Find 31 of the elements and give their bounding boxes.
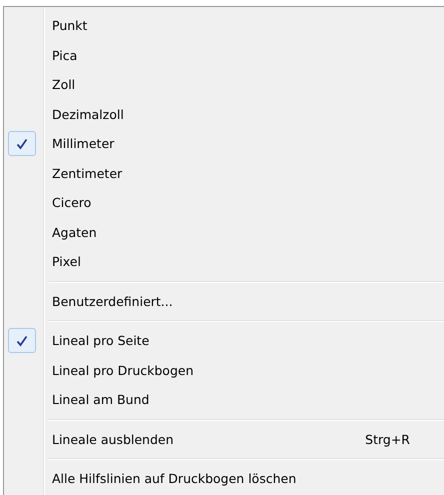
menu-item[interactable]: Zentimeter <box>4 158 444 188</box>
shortcut-text: Strg+R <box>365 432 410 447</box>
menu-item[interactable]: Benutzerdefiniert... <box>4 286 444 316</box>
menu-item[interactable]: Lineal pro Druckbogen <box>4 356 444 385</box>
menu-item[interactable]: Lineale ausblenden Strg+R <box>4 424 444 454</box>
menu-item-label: Lineal am Bund <box>52 392 150 408</box>
menu-item[interactable]: Cicero <box>4 188 444 218</box>
menu-item-label: Pixel <box>52 254 82 270</box>
menu-item-label: Millimeter <box>52 136 116 152</box>
menu-item[interactable]: Lineal am Bund <box>4 385 444 414</box>
menu-item-label: Punkt <box>52 18 88 34</box>
menu-item-label: Lineale ausblenden <box>52 432 175 447</box>
menu-item[interactable]: Lineal pro Seite <box>4 326 444 356</box>
menu-item-label: Benutzerdefiniert... <box>52 294 174 309</box>
menu-item[interactable]: Alle Hilfslinien auf Druckbogen löschen <box>4 464 444 494</box>
menu-item-label: Alle Hilfslinien auf Druckbogen löschen <box>52 471 298 486</box>
menu-item-label: Zentimeter <box>52 166 124 181</box>
menu-item-label: Cicero <box>52 195 92 210</box>
menu-item-label: Lineal pro Seite <box>52 333 150 348</box>
menu-item[interactable]: Punkt <box>4 11 444 40</box>
menu-item-label: Lineal pro Druckbogen <box>52 362 195 378</box>
menu-item-label: Zoll <box>52 77 76 92</box>
menu-item[interactable]: Zoll <box>4 70 444 100</box>
menu-item-label: Dezimalzoll <box>52 106 125 122</box>
menu-item[interactable]: Pixel <box>4 247 444 276</box>
menu-item-label: Agaten <box>52 224 98 240</box>
menu-item[interactable]: Pica <box>4 40 444 70</box>
menu-item[interactable]: Millimeter <box>4 129 444 158</box>
menu-item-label: Pica <box>52 48 78 63</box>
menu-item[interactable]: Agaten <box>4 218 444 247</box>
menu-item[interactable]: Dezimalzoll <box>4 100 444 129</box>
